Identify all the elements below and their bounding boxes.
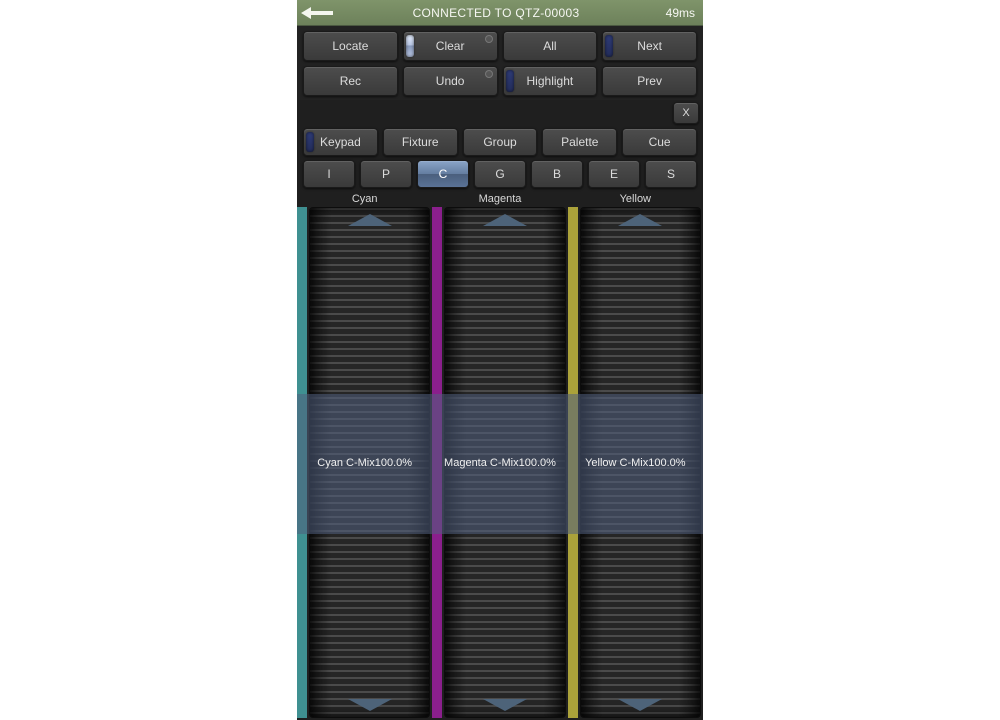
encoder-header: Magenta (432, 193, 567, 205)
close-button-label: X (682, 107, 689, 119)
next-button[interactable]: Next (602, 31, 697, 61)
attr-label: P (382, 167, 390, 181)
nav-label: Group (483, 135, 516, 149)
all-button[interactable]: All (503, 31, 598, 61)
encoder-cyan (297, 207, 430, 718)
chevron-up-icon (483, 214, 527, 226)
attr-label: B (553, 167, 561, 181)
nav-fixture[interactable]: Fixture (383, 128, 458, 156)
button-label: Prev (637, 74, 662, 88)
button-label: Highlight (527, 74, 574, 88)
nav-palette[interactable]: Palette (542, 128, 617, 156)
chevron-down-icon (618, 699, 662, 711)
close-strip: X (297, 100, 703, 126)
back-button[interactable] (297, 7, 337, 19)
arrow-left-icon (301, 7, 333, 19)
chevron-down-icon (483, 699, 527, 711)
rec-button[interactable]: Rec (303, 66, 398, 96)
button-label: Undo (436, 74, 465, 88)
attr-g[interactable]: G (474, 160, 526, 188)
chevron-up-icon (348, 214, 392, 226)
app-frame: CONNECTED TO QTZ-00003 49ms Locate Clear A… (297, 0, 703, 720)
main-toolbar: Locate Clear All Next Rec Undo Highlight Prev (297, 26, 703, 100)
close-button[interactable]: X (673, 102, 699, 124)
connection-bar: CONNECTED TO QTZ-00003 49ms (297, 0, 703, 26)
accent-indicator (506, 70, 514, 92)
attr-label: I (327, 167, 330, 181)
attr-i[interactable]: I (303, 160, 355, 188)
nav-label: Fixture (402, 135, 439, 149)
chevron-down-icon (348, 699, 392, 711)
connection-title: CONNECTED TO QTZ-00003 (337, 6, 655, 20)
encoder-labels: CyanMagentaYellow (297, 192, 703, 207)
nav-cue[interactable]: Cue (622, 128, 697, 156)
encoder-color-strip (297, 207, 307, 718)
button-label: All (543, 39, 556, 53)
attr-label: E (610, 167, 618, 181)
attr-c[interactable]: C (417, 160, 469, 188)
encoder-wheel[interactable] (309, 207, 430, 718)
button-label: Locate (332, 39, 368, 53)
nav-keypad[interactable]: Keypad (303, 128, 378, 156)
highlight-button[interactable]: Highlight (503, 66, 598, 96)
encoder-color-strip (568, 207, 578, 718)
prev-button[interactable]: Prev (602, 66, 697, 96)
attr-p[interactable]: P (360, 160, 412, 188)
locate-button[interactable]: Locate (303, 31, 398, 61)
encoder-yellow (568, 207, 701, 718)
status-dot-icon (485, 70, 493, 78)
accent-indicator (406, 35, 414, 57)
attr-label: S (667, 167, 675, 181)
nav-group[interactable]: Group (463, 128, 538, 156)
button-label: Clear (436, 39, 465, 53)
chevron-up-icon (618, 214, 662, 226)
button-label: Rec (340, 74, 361, 88)
status-dot-icon (485, 35, 493, 43)
nav-label: Keypad (320, 135, 361, 149)
attr-label: C (439, 167, 448, 181)
button-label: Next (637, 39, 662, 53)
encoder-wheel[interactable] (444, 207, 565, 718)
nav-label: Cue (649, 135, 671, 149)
nav-row: Keypad Fixture Group Palette Cue (297, 126, 703, 160)
clear-button[interactable]: Clear (403, 31, 498, 61)
encoder-wheel[interactable] (580, 207, 701, 718)
undo-button[interactable]: Undo (403, 66, 498, 96)
encoder-area: Cyan C-Mix100.0%Magenta C-Mix100.0%Yello… (297, 207, 703, 720)
encoder-header: Cyan (297, 193, 432, 205)
encoder-header: Yellow (568, 193, 703, 205)
nav-label: Palette (561, 135, 598, 149)
attr-s[interactable]: S (645, 160, 697, 188)
connection-latency: 49ms (655, 6, 703, 20)
accent-indicator (605, 35, 613, 57)
accent-indicator (306, 132, 314, 152)
attr-label: G (495, 167, 504, 181)
encoder-color-strip (432, 207, 442, 718)
attr-b[interactable]: B (531, 160, 583, 188)
encoder-magenta (432, 207, 565, 718)
attribute-row: IPCGBES (297, 160, 703, 192)
attr-e[interactable]: E (588, 160, 640, 188)
